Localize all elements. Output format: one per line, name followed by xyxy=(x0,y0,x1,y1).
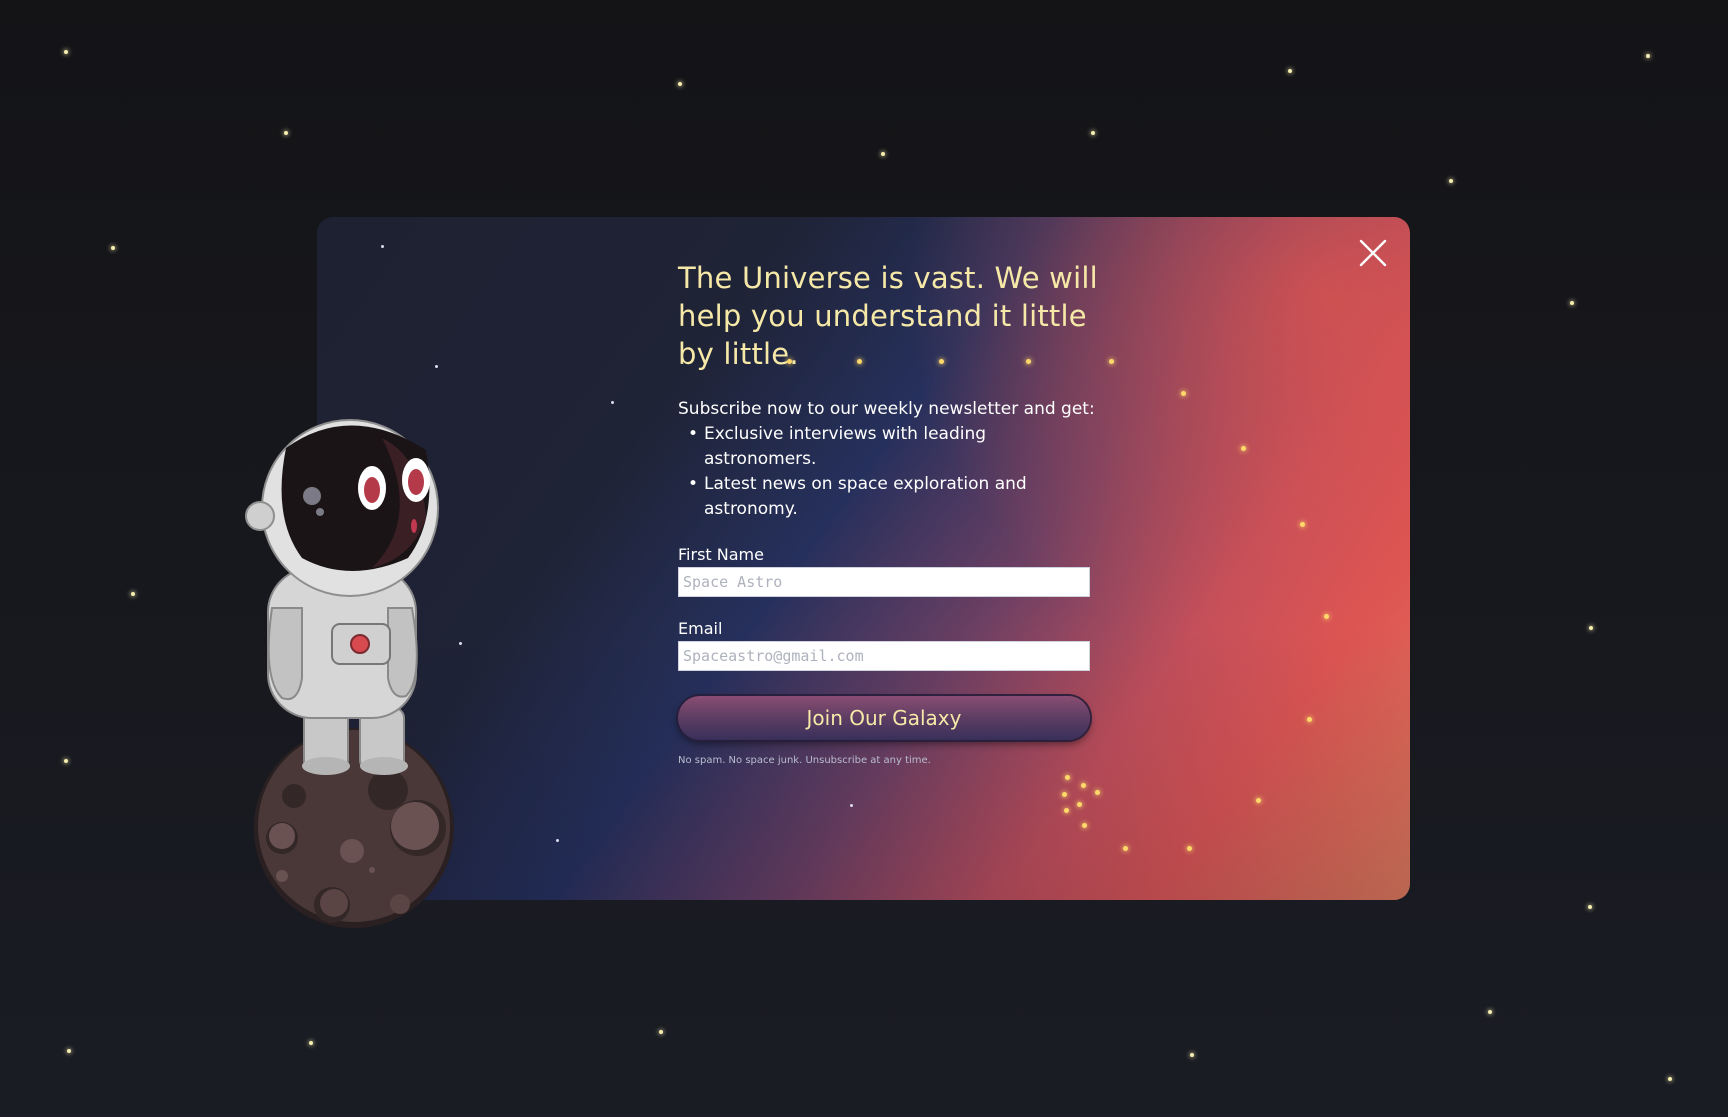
list-item: • Exclusive interviews with leading astr… xyxy=(678,422,1044,472)
star xyxy=(1109,359,1114,364)
bullet: • xyxy=(688,474,699,494)
star xyxy=(1588,905,1592,909)
benefits-list: • Exclusive interviews with leading astr… xyxy=(678,422,1108,522)
first-name-label: First Name xyxy=(678,545,764,564)
star xyxy=(131,592,135,596)
astronaut-helmet xyxy=(245,419,439,597)
star xyxy=(1256,798,1261,803)
astronaut-illustration xyxy=(245,419,454,928)
star xyxy=(611,401,614,404)
newsletter-modal: The Universe is vast. We will help you u… xyxy=(317,217,1410,900)
star xyxy=(284,131,288,135)
star xyxy=(678,82,682,86)
star xyxy=(1091,131,1095,135)
star xyxy=(1064,808,1069,813)
star xyxy=(1589,626,1593,630)
star xyxy=(1646,54,1650,58)
star xyxy=(1190,1053,1194,1057)
star xyxy=(1300,522,1305,527)
star xyxy=(1488,1010,1492,1014)
star xyxy=(309,1041,313,1045)
star xyxy=(1187,846,1192,851)
benefit-text: Latest news on space exploration and ast… xyxy=(704,474,1027,519)
star xyxy=(881,152,885,156)
star xyxy=(1181,391,1186,396)
star xyxy=(1449,179,1453,183)
fine-print: No spam. No space junk. Unsubscribe at a… xyxy=(678,755,931,766)
close-icon xyxy=(1359,239,1387,267)
star xyxy=(1081,783,1086,788)
newsletter-intro: Subscribe now to our weekly newsletter a… xyxy=(678,399,1095,419)
star xyxy=(1123,846,1128,851)
star xyxy=(1307,717,1312,722)
star xyxy=(64,50,68,54)
join-galaxy-button[interactable]: Join Our Galaxy xyxy=(678,696,1090,740)
modal-content: The Universe is vast. We will help you u… xyxy=(678,259,1108,768)
star xyxy=(1095,790,1100,795)
star xyxy=(111,246,115,250)
star xyxy=(1668,1077,1672,1081)
star xyxy=(1082,823,1087,828)
bullet: • xyxy=(688,424,699,444)
star xyxy=(1288,69,1292,73)
star xyxy=(1324,614,1329,619)
first-name-input[interactable] xyxy=(678,567,1090,597)
close-button[interactable] xyxy=(1355,235,1391,271)
email-input[interactable] xyxy=(678,641,1090,671)
star xyxy=(1062,792,1067,797)
star xyxy=(64,759,68,763)
star xyxy=(659,1030,663,1034)
star xyxy=(381,245,384,248)
star xyxy=(1065,775,1070,780)
email-label: Email xyxy=(678,619,723,638)
star xyxy=(850,804,853,807)
modal-headline: The Universe is vast. We will help you u… xyxy=(678,261,1098,371)
star xyxy=(435,365,438,368)
asteroid xyxy=(254,728,454,928)
list-item: • Latest news on space exploration and a… xyxy=(678,472,1044,522)
star xyxy=(1570,301,1574,305)
star xyxy=(1077,802,1082,807)
star xyxy=(67,1049,71,1053)
star xyxy=(556,839,559,842)
star xyxy=(1241,446,1246,451)
benefit-text: Exclusive interviews with leading astron… xyxy=(704,424,987,469)
